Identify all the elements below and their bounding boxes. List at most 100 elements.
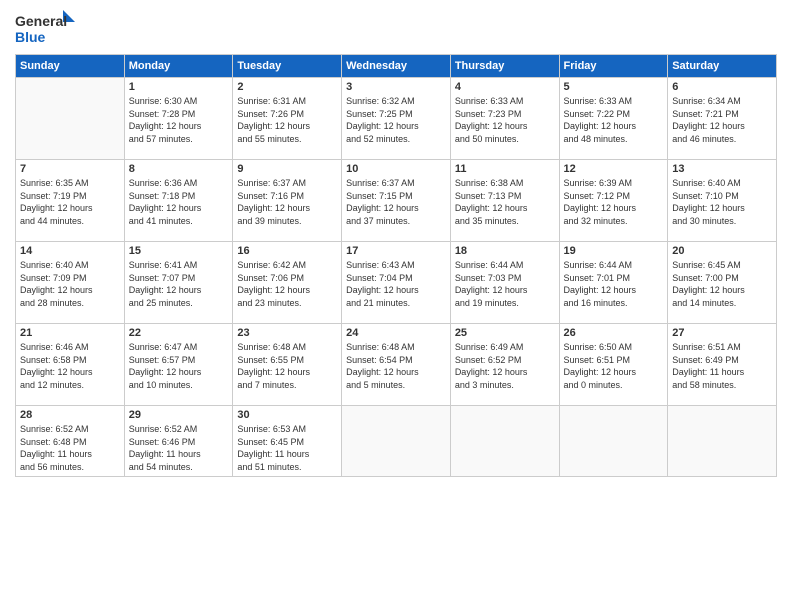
day-info: Sunrise: 6:40 AM Sunset: 7:10 PM Dayligh… <box>672 177 772 227</box>
day-info: Sunrise: 6:48 AM Sunset: 6:54 PM Dayligh… <box>346 341 446 391</box>
day-number: 22 <box>129 327 229 339</box>
day-number: 5 <box>564 81 664 93</box>
day-number: 30 <box>237 409 337 421</box>
weekday-header-tuesday: Tuesday <box>233 55 342 78</box>
day-info: Sunrise: 6:42 AM Sunset: 7:06 PM Dayligh… <box>237 259 337 309</box>
calendar-cell: 23 Sunrise: 6:48 AM Sunset: 6:55 PM Dayli… <box>233 324 342 406</box>
day-number: 25 <box>455 327 555 339</box>
week-row-2: 7 Sunrise: 6:35 AM Sunset: 7:19 PM Daylig… <box>16 160 777 242</box>
calendar-cell: 11 Sunrise: 6:38 AM Sunset: 7:13 PM Dayli… <box>450 160 559 242</box>
week-row-1: 1Sunrise: 6:30 AM Sunset: 7:28 PM Daylig… <box>16 78 777 160</box>
weekday-header-wednesday: Wednesday <box>342 55 451 78</box>
day-info: Sunrise: 6:46 AM Sunset: 6:58 PM Dayligh… <box>20 341 120 391</box>
calendar-cell: 5Sunrise: 6:33 AM Sunset: 7:22 PM Daylig… <box>559 78 668 160</box>
day-info: Sunrise: 6:44 AM Sunset: 7:03 PM Dayligh… <box>455 259 555 309</box>
calendar-cell: 15 Sunrise: 6:41 AM Sunset: 7:07 PM Dayli… <box>124 242 233 324</box>
day-info: Sunrise: 6:36 AM Sunset: 7:18 PM Dayligh… <box>129 177 229 227</box>
day-info: Sunrise: 6:35 AM Sunset: 7:19 PM Dayligh… <box>20 177 120 227</box>
calendar-cell: 1Sunrise: 6:30 AM Sunset: 7:28 PM Daylig… <box>124 78 233 160</box>
calendar-table: SundayMondayTuesdayWednesdayThursdayFrid… <box>15 54 777 477</box>
week-row-5: 28Sunrise: 6:52 AM Sunset: 6:48 PM Dayli… <box>16 406 777 477</box>
weekday-header-thursday: Thursday <box>450 55 559 78</box>
week-row-4: 21 Sunrise: 6:46 AM Sunset: 6:58 PM Dayli… <box>16 324 777 406</box>
day-info: Sunrise: 6:34 AM Sunset: 7:21 PM Dayligh… <box>672 95 772 145</box>
calendar-cell: 8 Sunrise: 6:36 AM Sunset: 7:18 PM Daylig… <box>124 160 233 242</box>
calendar-cell <box>342 406 451 477</box>
day-number: 3 <box>346 81 446 93</box>
calendar-cell: 25 Sunrise: 6:49 AM Sunset: 6:52 PM Dayli… <box>450 324 559 406</box>
day-number: 29 <box>129 409 229 421</box>
calendar-cell: 21 Sunrise: 6:46 AM Sunset: 6:58 PM Dayli… <box>16 324 125 406</box>
day-info: Sunrise: 6:41 AM Sunset: 7:07 PM Dayligh… <box>129 259 229 309</box>
day-info: Sunrise: 6:51 AM Sunset: 6:49 PM Dayligh… <box>672 341 772 391</box>
day-number: 8 <box>129 163 229 175</box>
day-number: 24 <box>346 327 446 339</box>
day-number: 17 <box>346 245 446 257</box>
day-info: Sunrise: 6:37 AM Sunset: 7:16 PM Dayligh… <box>237 177 337 227</box>
day-number: 1 <box>129 81 229 93</box>
day-number: 12 <box>564 163 664 175</box>
day-info: Sunrise: 6:37 AM Sunset: 7:15 PM Dayligh… <box>346 177 446 227</box>
day-number: 21 <box>20 327 120 339</box>
day-info: Sunrise: 6:44 AM Sunset: 7:01 PM Dayligh… <box>564 259 664 309</box>
day-info: Sunrise: 6:47 AM Sunset: 6:57 PM Dayligh… <box>129 341 229 391</box>
page: GeneralBlue SundayMondayTuesdayWednesday… <box>0 0 792 612</box>
weekday-header-row: SundayMondayTuesdayWednesdayThursdayFrid… <box>16 55 777 78</box>
day-number: 2 <box>237 81 337 93</box>
calendar-cell: 4 Sunrise: 6:33 AM Sunset: 7:23 PM Daylig… <box>450 78 559 160</box>
day-info: Sunrise: 6:52 AM Sunset: 6:48 PM Dayligh… <box>20 423 120 473</box>
calendar-cell: 3 Sunrise: 6:32 AM Sunset: 7:25 PM Daylig… <box>342 78 451 160</box>
day-number: 15 <box>129 245 229 257</box>
day-info: Sunrise: 6:45 AM Sunset: 7:00 PM Dayligh… <box>672 259 772 309</box>
day-number: 6 <box>672 81 772 93</box>
calendar-cell <box>668 406 777 477</box>
day-number: 4 <box>455 81 555 93</box>
calendar-cell: 10 Sunrise: 6:37 AM Sunset: 7:15 PM Dayli… <box>342 160 451 242</box>
day-info: Sunrise: 6:33 AM Sunset: 7:23 PM Dayligh… <box>455 95 555 145</box>
day-number: 14 <box>20 245 120 257</box>
day-info: Sunrise: 6:48 AM Sunset: 6:55 PM Dayligh… <box>237 341 337 391</box>
day-number: 18 <box>455 245 555 257</box>
weekday-header-monday: Monday <box>124 55 233 78</box>
logo: GeneralBlue <box>15 10 75 46</box>
day-info: Sunrise: 6:50 AM Sunset: 6:51 PM Dayligh… <box>564 341 664 391</box>
day-number: 26 <box>564 327 664 339</box>
weekday-header-saturday: Saturday <box>668 55 777 78</box>
day-number: 16 <box>237 245 337 257</box>
day-number: 23 <box>237 327 337 339</box>
calendar-cell: 14Sunrise: 6:40 AM Sunset: 7:09 PM Dayli… <box>16 242 125 324</box>
day-number: 7 <box>20 163 120 175</box>
day-number: 27 <box>672 327 772 339</box>
weekday-header-sunday: Sunday <box>16 55 125 78</box>
day-info: Sunrise: 6:38 AM Sunset: 7:13 PM Dayligh… <box>455 177 555 227</box>
day-number: 20 <box>672 245 772 257</box>
weekday-header-friday: Friday <box>559 55 668 78</box>
header: GeneralBlue <box>15 10 777 46</box>
calendar-cell: 26 Sunrise: 6:50 AM Sunset: 6:51 PM Dayli… <box>559 324 668 406</box>
day-number: 9 <box>237 163 337 175</box>
svg-text:General: General <box>15 13 67 29</box>
calendar-cell: 2 Sunrise: 6:31 AM Sunset: 7:26 PM Daylig… <box>233 78 342 160</box>
day-info: Sunrise: 6:32 AM Sunset: 7:25 PM Dayligh… <box>346 95 446 145</box>
calendar-cell <box>559 406 668 477</box>
day-info: Sunrise: 6:49 AM Sunset: 6:52 PM Dayligh… <box>455 341 555 391</box>
calendar-cell <box>450 406 559 477</box>
day-info: Sunrise: 6:43 AM Sunset: 7:04 PM Dayligh… <box>346 259 446 309</box>
calendar-cell: 13 Sunrise: 6:40 AM Sunset: 7:10 PM Dayli… <box>668 160 777 242</box>
calendar-cell: 17 Sunrise: 6:43 AM Sunset: 7:04 PM Dayli… <box>342 242 451 324</box>
day-number: 13 <box>672 163 772 175</box>
week-row-3: 14Sunrise: 6:40 AM Sunset: 7:09 PM Dayli… <box>16 242 777 324</box>
day-info: Sunrise: 6:53 AM Sunset: 6:45 PM Dayligh… <box>237 423 337 473</box>
day-number: 10 <box>346 163 446 175</box>
calendar-cell <box>16 78 125 160</box>
calendar-cell: 29Sunrise: 6:52 AM Sunset: 6:46 PM Dayli… <box>124 406 233 477</box>
calendar-cell: 22 Sunrise: 6:47 AM Sunset: 6:57 PM Dayli… <box>124 324 233 406</box>
day-number: 11 <box>455 163 555 175</box>
day-info: Sunrise: 6:31 AM Sunset: 7:26 PM Dayligh… <box>237 95 337 145</box>
calendar-cell: 28Sunrise: 6:52 AM Sunset: 6:48 PM Dayli… <box>16 406 125 477</box>
svg-text:Blue: Blue <box>15 29 46 45</box>
day-number: 19 <box>564 245 664 257</box>
calendar-cell: 7 Sunrise: 6:35 AM Sunset: 7:19 PM Daylig… <box>16 160 125 242</box>
calendar-cell: 30 Sunrise: 6:53 AM Sunset: 6:45 PM Dayli… <box>233 406 342 477</box>
calendar-cell: 6 Sunrise: 6:34 AM Sunset: 7:21 PM Daylig… <box>668 78 777 160</box>
